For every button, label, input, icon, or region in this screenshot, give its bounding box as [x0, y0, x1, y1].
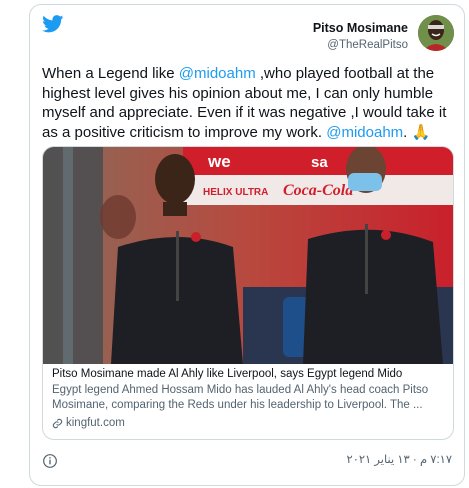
- sponsor-sa-text: sa: [311, 154, 328, 171]
- card-domain-text: kingfut.com: [66, 417, 125, 429]
- mention-link[interactable]: @midoahm: [179, 65, 256, 82]
- tweet-timestamp[interactable]: ٧:١٧ م · ١٣ يناير ٢٠٢١: [347, 452, 452, 466]
- tweet-text-part: When a Legend like: [42, 65, 179, 82]
- author-display-name[interactable]: Pitso Mosimane: [313, 21, 408, 36]
- card-description: Egypt legend Ahmed Hossam Mido has laude…: [52, 384, 429, 411]
- author-block[interactable]: Pitso Mosimane @TheRealPitso: [313, 21, 408, 52]
- tweet-text-part: .: [403, 123, 412, 141]
- sponsor-we-text: we: [207, 152, 231, 171]
- folded-hands-emoji: 🙏: [411, 123, 431, 141]
- avatar[interactable]: [418, 15, 454, 51]
- link-preview-card[interactable]: we sa HELIX ULTRA Coca-Cola Pitso Mosima…: [42, 146, 454, 440]
- link-icon: [52, 418, 63, 429]
- author-handle[interactable]: @TheRealPitso: [313, 38, 408, 52]
- card-domain[interactable]: kingfut.com: [52, 416, 444, 431]
- twitter-logo-icon[interactable]: [42, 15, 64, 33]
- tweet-card[interactable]: Pitso Mosimane @TheRealPitso When a Lege…: [29, 4, 465, 486]
- card-title[interactable]: Pitso Mosimane made Al Ahly like Liverpo…: [52, 367, 444, 382]
- tweet-text: When a Legend like @midoahm ,who played …: [42, 64, 456, 142]
- card-image[interactable]: we sa HELIX ULTRA Coca-Cola: [43, 147, 454, 364]
- sponsor-cocacola-text: Coca-Cola: [283, 182, 353, 199]
- info-icon[interactable]: [42, 453, 58, 469]
- avatar-image: [418, 15, 454, 51]
- mention-link[interactable]: @midoahm: [326, 124, 403, 141]
- sponsor-helix-text: HELIX ULTRA: [203, 187, 268, 198]
